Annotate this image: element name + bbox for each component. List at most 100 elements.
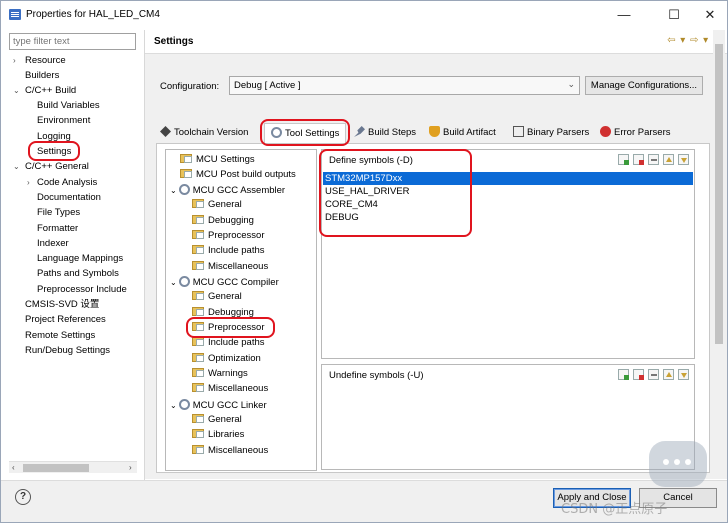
- tree-item-cpp-build[interactable]: C/C++ Build: [25, 85, 76, 98]
- tool-item-compiler-include-paths[interactable]: Include paths: [192, 337, 265, 349]
- tree-item-resource[interactable]: Resource: [25, 55, 66, 68]
- tree-horizontal-scrollbar[interactable]: ‹ ›: [9, 461, 137, 473]
- define-symbols-toolbar: [614, 154, 689, 166]
- tool-item-assembler-general[interactable]: General: [192, 199, 242, 211]
- settings-folder-icon: [180, 169, 192, 178]
- property-tree: › Resource Builders ⌄ C/C++ Build Build …: [9, 53, 137, 461]
- move-down-icon[interactable]: [678, 369, 689, 380]
- tree-item-file-types[interactable]: File Types: [37, 207, 80, 220]
- navigation-arrows-icon[interactable]: ⇦ ▾ ⇨ ▾ ▾: [667, 35, 719, 46]
- expand-arrow-icon[interactable]: ›: [13, 55, 16, 67]
- undefine-symbols-header: Undefine symbols (-U): [322, 365, 694, 385]
- tree-item-paths-and-symbols[interactable]: Paths and Symbols: [37, 268, 119, 281]
- move-up-icon[interactable]: [663, 369, 674, 380]
- collapse-arrow-icon[interactable]: ⌄: [170, 401, 177, 410]
- build-steps-icon: [354, 126, 365, 137]
- list-item[interactable]: DEBUG: [323, 211, 693, 224]
- tool-item-label: MCU Post build outputs: [196, 169, 296, 180]
- close-button[interactable]: ✕: [695, 5, 725, 25]
- tree-item-preprocessor-include[interactable]: Preprocessor Include: [37, 284, 127, 297]
- tree-item-build-variables[interactable]: Build Variables: [37, 100, 100, 113]
- filter-input[interactable]: [9, 33, 136, 50]
- tool-item-assembler-include-paths[interactable]: Include paths: [192, 245, 265, 257]
- manage-configurations-button[interactable]: Manage Configurations...: [585, 76, 703, 95]
- settings-folder-icon: [192, 199, 204, 208]
- tool-item-compiler-optimization[interactable]: Optimization: [192, 353, 261, 365]
- list-item[interactable]: CORE_CM4: [323, 198, 693, 211]
- tool-item-label: Include paths: [208, 245, 265, 256]
- settings-folder-icon: [192, 322, 204, 331]
- tree-item-cpp-general[interactable]: C/C++ General: [25, 161, 89, 174]
- tool-item-mcu-post-build[interactable]: MCU Post build outputs: [180, 169, 296, 181]
- tool-item-assembler-debugging[interactable]: Debugging: [192, 215, 254, 227]
- tree-item-builders[interactable]: Builders: [25, 70, 59, 83]
- tab-build-steps[interactable]: Build Steps: [354, 123, 416, 143]
- tree-item-language-mappings[interactable]: Language Mappings: [37, 253, 123, 266]
- scroll-right-icon[interactable]: ›: [129, 462, 132, 474]
- collapse-arrow-icon[interactable]: ⌄: [170, 186, 177, 195]
- minimize-button[interactable]: —: [609, 5, 639, 25]
- tree-item-environment[interactable]: Environment: [37, 115, 90, 128]
- tool-item-linker-miscellaneous[interactable]: Miscellaneous: [192, 445, 268, 457]
- configuration-select[interactable]: Debug [ Active ] ⌄: [229, 76, 580, 95]
- add-icon[interactable]: [618, 154, 629, 165]
- tool-item-compiler-preprocessor[interactable]: Preprocessor: [192, 322, 265, 334]
- tree-item-settings[interactable]: Settings: [37, 146, 71, 159]
- configuration-label: Configuration:: [160, 81, 220, 92]
- properties-window: Properties for HAL_LED_CM4 — ☐ ✕ › Resou…: [0, 0, 728, 523]
- gear-icon: [178, 184, 190, 195]
- scrollbar-thumb[interactable]: [715, 44, 723, 344]
- maximize-button[interactable]: ☐: [659, 5, 689, 25]
- tree-item-run-debug-settings[interactable]: Run/Debug Settings: [25, 345, 110, 358]
- edit-icon[interactable]: [648, 369, 659, 380]
- tool-item-assembler-miscellaneous[interactable]: Miscellaneous: [192, 261, 268, 273]
- help-icon[interactable]: ?: [15, 489, 31, 505]
- tool-item-mcu-settings[interactable]: MCU Settings: [180, 154, 255, 166]
- tool-item-label: Debugging: [208, 307, 254, 318]
- scrollbar-thumb[interactable]: [23, 464, 89, 472]
- add-icon[interactable]: [618, 369, 629, 380]
- tool-item-mcu-gcc-linker[interactable]: ⌄ MCU GCC Linker: [170, 399, 267, 412]
- move-up-icon[interactable]: [663, 154, 674, 165]
- move-down-icon[interactable]: [678, 154, 689, 165]
- tool-item-assembler-preprocessor[interactable]: Preprocessor: [192, 230, 265, 242]
- watermark: CSDN @正点原子: [561, 502, 668, 517]
- tool-item-compiler-miscellaneous[interactable]: Miscellaneous: [192, 383, 268, 395]
- tool-item-compiler-warnings[interactable]: Warnings: [192, 368, 248, 380]
- settings-vertical-scrollbar[interactable]: [713, 30, 725, 473]
- tool-item-mcu-gcc-assembler[interactable]: ⌄ MCU GCC Assembler: [170, 184, 285, 197]
- tab-error-parsers[interactable]: Error Parsers: [600, 123, 670, 143]
- tree-item-documentation[interactable]: Documentation: [37, 192, 101, 205]
- list-item[interactable]: USE_HAL_DRIVER: [323, 185, 693, 198]
- delete-icon[interactable]: [633, 154, 644, 165]
- tree-item-project-references[interactable]: Project References: [25, 314, 106, 327]
- tool-item-linker-libraries[interactable]: Libraries: [192, 429, 244, 441]
- tab-binary-parsers[interactable]: Binary Parsers: [513, 123, 589, 143]
- tab-build-artifact[interactable]: Build Artifact: [429, 123, 496, 143]
- collapse-arrow-icon[interactable]: ⌄: [13, 161, 20, 173]
- tab-label: Error Parsers: [614, 127, 671, 138]
- settings-folder-icon: [192, 215, 204, 224]
- tree-item-cmsis-svd[interactable]: CMSIS-SVD 设置: [25, 299, 99, 312]
- tool-item-compiler-general[interactable]: General: [192, 291, 242, 303]
- edit-icon[interactable]: [648, 154, 659, 165]
- tab-toolchain-version[interactable]: Toolchain Version: [160, 123, 248, 143]
- scroll-left-icon[interactable]: ‹: [12, 462, 15, 474]
- tree-item-remote-settings[interactable]: Remote Settings: [25, 330, 95, 343]
- tool-item-mcu-gcc-compiler[interactable]: ⌄ MCU GCC Compiler: [170, 276, 279, 289]
- tool-item-linker-general[interactable]: General: [192, 414, 242, 426]
- tree-item-formatter[interactable]: Formatter: [37, 223, 78, 236]
- tree-item-code-analysis[interactable]: Code Analysis: [37, 177, 97, 190]
- configuration-value: Debug [ Active ]: [234, 80, 301, 91]
- tool-item-compiler-debugging[interactable]: Debugging: [192, 307, 254, 319]
- expand-arrow-icon[interactable]: ›: [27, 177, 30, 189]
- collapse-arrow-icon[interactable]: ⌄: [170, 278, 177, 287]
- settings-folder-icon: [192, 261, 204, 270]
- tree-item-logging[interactable]: Logging: [37, 131, 71, 144]
- tab-tool-settings[interactable]: Tool Settings: [264, 123, 347, 143]
- collapse-arrow-icon[interactable]: ⌄: [13, 85, 20, 97]
- settings-folder-icon: [192, 337, 204, 346]
- list-item[interactable]: STM32MP157Dxx: [323, 172, 693, 185]
- delete-icon[interactable]: [633, 369, 644, 380]
- tree-item-indexer[interactable]: Indexer: [37, 238, 69, 251]
